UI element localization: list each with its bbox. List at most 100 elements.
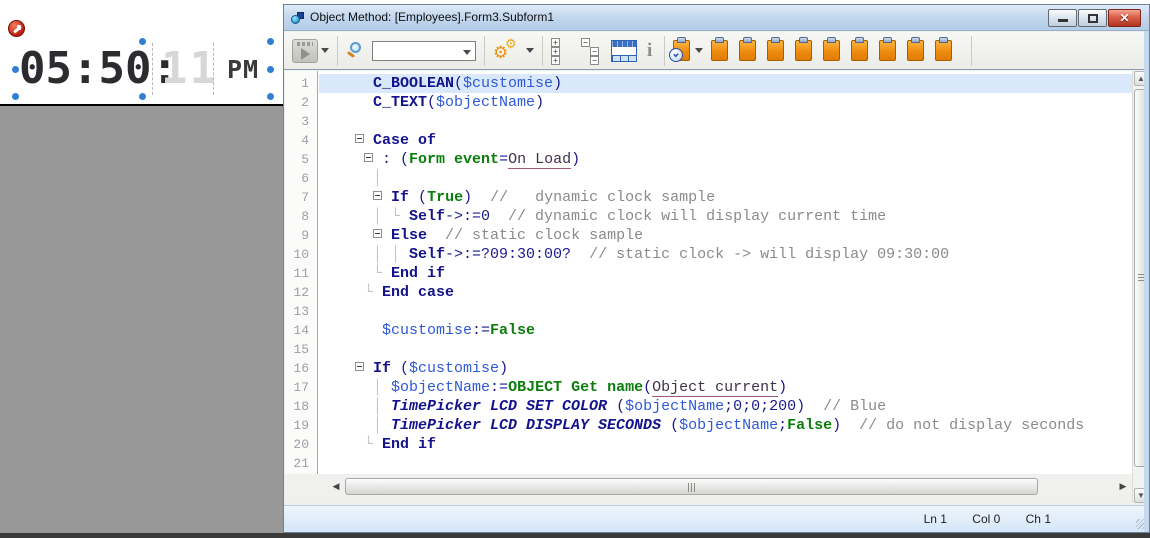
clipboard-slot-4[interactable] [795, 40, 812, 61]
code-line[interactable]: │ └ Self->:=0 // dynamic clock will disp… [319, 207, 1132, 226]
clipboard-icon [827, 37, 836, 43]
run-dropdown-arrow[interactable] [321, 48, 329, 53]
code-line[interactable]: : (Form event=On Load) [319, 150, 1132, 169]
clipboard-icon [715, 37, 724, 43]
clipboard-icon [939, 37, 948, 43]
line-number: 19 [285, 416, 317, 435]
fold-toggle-icon[interactable] [373, 191, 382, 200]
horizontal-scroll-thumb[interactable] [345, 478, 1038, 495]
clipboard-slot-9[interactable] [935, 40, 952, 61]
line-number: 5 [285, 150, 317, 169]
selection-handle[interactable] [267, 38, 274, 45]
line-number: 8 [285, 207, 317, 226]
code-editor[interactable]: 123456789101112131415161718192021 C_BOOL… [285, 71, 1132, 474]
code-line[interactable]: └ End if [319, 435, 1132, 454]
object-method-badge-icon[interactable] [8, 20, 25, 37]
collapse-all-button[interactable]: − − − [581, 38, 601, 64]
code-line[interactable]: └ End case [319, 283, 1132, 302]
code-line[interactable]: │ [319, 169, 1132, 188]
information-button[interactable]: i [647, 40, 652, 62]
code-line[interactable]: │ │ Self->:=?09:30:00? // static clock -… [319, 245, 1132, 264]
code-line[interactable]: │ TimePicker LCD DISPLAY SECONDS ($objec… [319, 416, 1132, 435]
maximize-button[interactable] [1078, 9, 1107, 27]
lcd-section-separator [213, 43, 214, 95]
scroll-left-arrow[interactable]: ◀ [331, 479, 341, 494]
fold-toggle-icon[interactable] [364, 153, 373, 162]
clipboard-slot-1[interactable] [711, 40, 728, 61]
code-line[interactable]: $customise:=False [319, 321, 1132, 340]
toolbar: ⚙ ⚙ + + + − − − i [284, 32, 1149, 70]
code-line[interactable] [319, 302, 1132, 321]
toolbar-separator [664, 36, 665, 66]
lcd-time-display: 05:50: [19, 43, 178, 95]
fold-toggle-icon[interactable] [355, 362, 364, 371]
selection-handle[interactable] [267, 66, 274, 73]
code-line[interactable] [319, 454, 1132, 473]
title-bar[interactable]: Object Method: [Employees].Form3.Subform… [284, 5, 1149, 31]
lcd-clock-widget[interactable]: 05:50: 11 PM [15, 41, 271, 97]
code-line[interactable]: C_TEXT($objectName) [319, 93, 1132, 112]
fold-toggle-icon[interactable] [355, 134, 364, 143]
code-line[interactable]: C_BOOLEAN($customise) [319, 74, 1132, 93]
fold-toggle-icon[interactable] [373, 229, 382, 238]
line-number: 11 [285, 264, 317, 283]
toolbar-separator [971, 36, 972, 66]
form-editor-gray-area [0, 106, 283, 533]
clipboard-slot-8[interactable] [907, 40, 924, 61]
gear-icon: ⚙ [505, 37, 517, 50]
selection-handle[interactable] [267, 93, 274, 100]
line-number: 3 [285, 112, 317, 131]
clipboard-dropdown-arrow[interactable] [695, 48, 703, 53]
macros-button[interactable]: ⚙ ⚙ [493, 38, 523, 64]
line-number: 18 [285, 397, 317, 416]
code-line[interactable]: Else // static clock sample [319, 226, 1132, 245]
method-properties-button[interactable] [611, 40, 637, 62]
window-title: Object Method: [Employees].Form3.Subform… [310, 10, 554, 24]
lcd-ampm-display: PM [227, 53, 259, 87]
clipboard-icon [799, 37, 808, 43]
maximize-icon [1088, 14, 1098, 23]
minimize-button[interactable] [1048, 9, 1077, 27]
window-frame-edge [1144, 31, 1149, 532]
close-button[interactable]: ✕ [1108, 9, 1141, 27]
run-method-button[interactable] [292, 39, 318, 63]
clipboard-history-button[interactable] [673, 40, 690, 61]
selection-handle[interactable] [139, 38, 146, 45]
clipboard-slot-7[interactable] [879, 40, 896, 61]
code-line[interactable]: If (True) // dynamic clock sample [319, 188, 1132, 207]
macros-dropdown-arrow[interactable] [526, 48, 534, 53]
lcd-section-separator [152, 43, 153, 95]
clipboard-slot-6[interactable] [851, 40, 868, 61]
code-line[interactable] [319, 112, 1132, 131]
selection-handle[interactable] [12, 66, 19, 73]
horizontal-scrollbar[interactable]: ◀ ▶ [331, 478, 1128, 495]
expand-all-button[interactable]: + + + [551, 38, 571, 64]
selection-handle[interactable] [139, 93, 146, 100]
status-column: Col 0 [972, 512, 1000, 526]
horizontal-scroll-strip: ◀ ▶ [285, 474, 1132, 500]
line-number: 10 [285, 245, 317, 264]
scroll-right-arrow[interactable]: ▶ [1118, 479, 1128, 494]
line-number: 14 [285, 321, 317, 340]
toolbar-separator [337, 36, 338, 66]
selection-handle[interactable] [12, 93, 19, 100]
code-area[interactable]: C_BOOLEAN($customise) C_TEXT($objectName… [319, 71, 1132, 474]
clipboard-icon [771, 37, 780, 43]
code-line[interactable]: └ End if [319, 264, 1132, 283]
code-line[interactable] [319, 340, 1132, 359]
code-line[interactable]: If ($customise) [319, 359, 1132, 378]
clipboard-slot-2[interactable] [739, 40, 756, 61]
search-icon [346, 41, 366, 61]
code-line[interactable]: Case of [319, 131, 1132, 150]
minimize-icon [1058, 19, 1068, 22]
clipboard-slot-3[interactable] [767, 40, 784, 61]
search-dropdown-arrow[interactable] [463, 50, 471, 55]
search-input[interactable] [372, 41, 476, 61]
code-line[interactable]: │ $objectName:=OBJECT Get name(Object cu… [319, 378, 1132, 397]
line-number: 9 [285, 226, 317, 245]
clipboard-slot-5[interactable] [823, 40, 840, 61]
toolbar-separator [542, 36, 543, 66]
line-number: 7 [285, 188, 317, 207]
line-number: 6 [285, 169, 317, 188]
code-line[interactable]: │ TimePicker LCD SET COLOR ($objectName;… [319, 397, 1132, 416]
